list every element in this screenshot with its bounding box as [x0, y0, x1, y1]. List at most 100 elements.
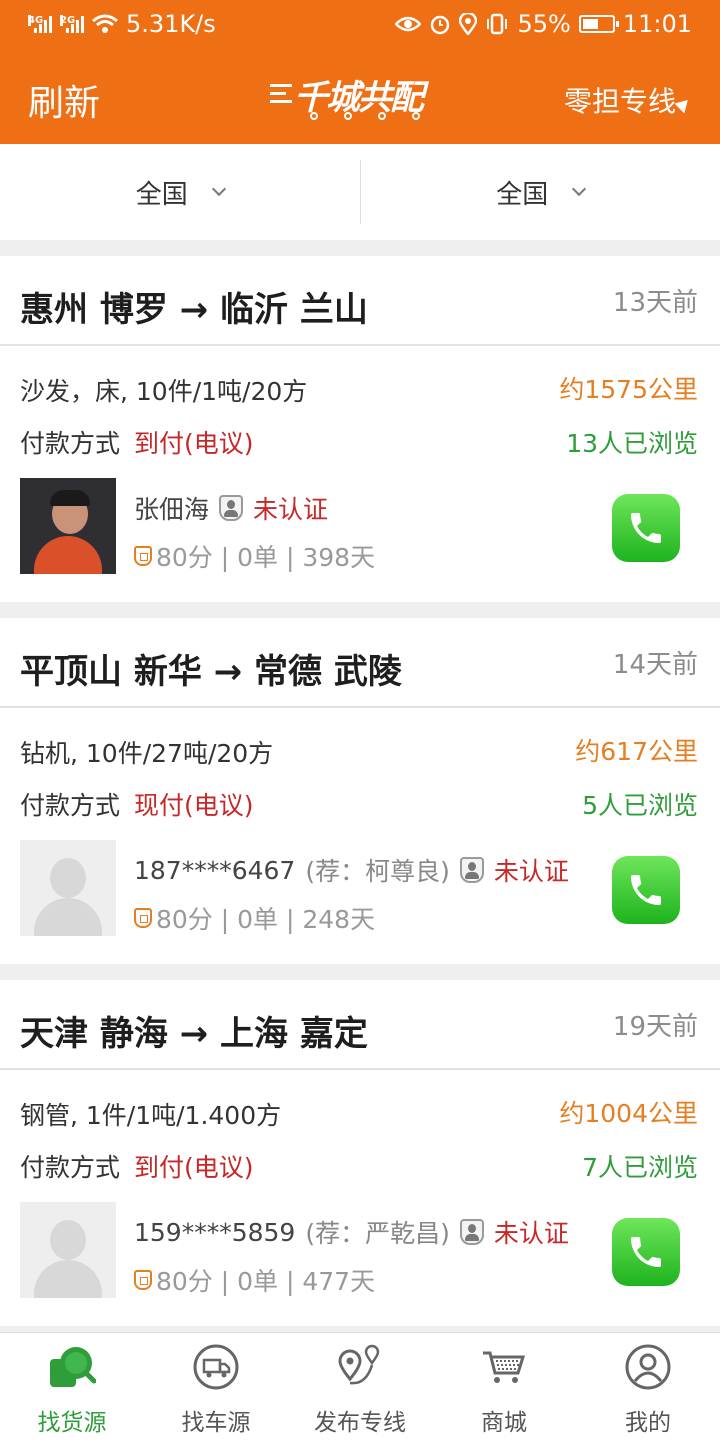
cargo-list: 惠州 博罗 → 临沂 兰山 13天前 沙发，床, 10件/1吨/20方 约157…	[0, 256, 720, 1342]
nav-find-truck[interactable]: 找车源	[144, 1333, 288, 1440]
referrer: (荐：柯尊良)	[305, 857, 450, 886]
shipper-phone: 159****5859	[134, 1217, 296, 1247]
route-title: 惠州 博罗 → 临沂 兰山	[20, 290, 368, 330]
verify-person-icon	[219, 495, 244, 521]
eye-icon	[395, 16, 422, 32]
avatar[interactable]	[20, 478, 116, 574]
credit-badge-icon	[134, 546, 152, 566]
nav-me[interactable]: 我的	[576, 1333, 720, 1440]
search-cargo-icon	[48, 1343, 96, 1391]
dropdown-triangle-icon	[674, 95, 693, 114]
origin-filter-label: 全国	[135, 179, 188, 210]
status-bar: 4G 2G 5.31K/s 55% 11:01	[0, 0, 720, 48]
destination-filter-label: 全国	[496, 179, 549, 210]
credit-badge-icon	[134, 1270, 152, 1290]
card-header: 平顶山 新华 → 常德 武陵 14天前	[0, 618, 720, 708]
card-header: 惠州 博罗 → 临沂 兰山 13天前	[0, 256, 720, 346]
payment-value: 到付(电议)	[134, 1153, 254, 1182]
phone-icon	[631, 513, 661, 543]
chevron-down-icon	[211, 181, 226, 197]
stats-text: 80分 | 0单 | 398天	[156, 543, 376, 572]
route-pin-icon	[336, 1343, 384, 1391]
call-button[interactable]	[612, 494, 680, 562]
payment-label: 付款方式	[20, 791, 121, 820]
shipper-stats: 80分 | 0单 | 398天	[134, 538, 375, 574]
truck-icon	[192, 1343, 240, 1391]
view-count: 13人已浏览	[566, 429, 698, 458]
vibrate-icon	[487, 13, 508, 35]
shipper-name: 张佃海	[134, 495, 210, 524]
battery-fill	[582, 19, 599, 29]
user-icon	[624, 1343, 672, 1391]
phone-icon	[631, 1237, 661, 1267]
credit-badge-icon	[134, 908, 152, 928]
posted-time: 13天前	[612, 288, 698, 318]
payment-label: 付款方式	[20, 429, 121, 458]
stats-text: 80分 | 0单 | 248天	[156, 905, 376, 934]
battery-icon	[578, 15, 619, 33]
nav-find-cargo[interactable]: 找货源	[0, 1333, 144, 1440]
payment-label: 付款方式	[20, 1153, 121, 1182]
distance: 约1575公里	[559, 375, 698, 404]
posted-time: 19天前	[612, 1012, 698, 1042]
origin-filter[interactable]: 全国	[0, 174, 360, 211]
cargo-card[interactable]: 天津 静海 → 上海 嘉定 19天前 钢管, 1件/1吨/1.400方 约100…	[0, 980, 720, 1326]
payment-value: 现付(电议)	[134, 791, 254, 820]
view-count: 7人已浏览	[582, 1153, 698, 1182]
card-header: 天津 静海 → 上海 嘉定 19天前	[0, 980, 720, 1070]
app-logo: 千城共配	[270, 70, 450, 122]
alarm-icon	[431, 15, 450, 35]
avatar-placeholder[interactable]	[20, 840, 116, 936]
cart-icon	[480, 1343, 528, 1391]
stats-text: 80分 | 0单 | 477天	[156, 1267, 376, 1296]
filter-bar: 全国 全国	[0, 144, 720, 240]
payment-method: 付款方式 到付(电议)	[20, 424, 254, 460]
verify-status: 未认证	[253, 495, 329, 524]
bottom-nav: 找货源 找车源 发布专线 商城 我的	[0, 1332, 720, 1440]
nav-publish-route[interactable]: 发布专线	[288, 1333, 432, 1440]
verify-person-icon	[459, 857, 484, 883]
referrer: (荐：严乾昌)	[305, 1219, 450, 1248]
cargo-info: 沙发，床, 10件/1吨/20方	[20, 377, 308, 406]
verify-person-icon	[459, 1219, 484, 1245]
route-title: 天津 静海 → 上海 嘉定	[20, 1014, 368, 1054]
cargo-info: 钻机, 10件/27吨/20方	[20, 739, 274, 768]
route-title: 平顶山 新华 → 常德 武陵	[20, 652, 402, 692]
status-right: 55% 11:01	[395, 10, 692, 38]
payment-method: 付款方式 现付(电议)	[20, 786, 254, 822]
call-button[interactable]	[612, 1218, 680, 1286]
status-left: 4G 2G 5.31K/s	[28, 10, 216, 38]
shipper-stats: 80分 | 0单 | 477天	[134, 1262, 375, 1298]
phone-icon	[631, 875, 661, 905]
nav-label: 我的	[625, 1410, 671, 1436]
shipper-phone: 187****6467	[134, 855, 296, 885]
avatar-placeholder[interactable]	[20, 1202, 116, 1298]
wifi-icon	[92, 14, 118, 33]
battery-percent: 55%	[517, 10, 571, 38]
cargo-info: 钢管, 1件/1吨/1.400方	[20, 1101, 282, 1130]
payment-method: 付款方式 到付(电议)	[20, 1148, 254, 1184]
nav-label: 商城	[481, 1410, 527, 1436]
shipper-name-row: 张佃海 未认证	[134, 490, 328, 526]
chevron-down-icon	[572, 181, 587, 197]
clock: 11:01	[622, 10, 692, 38]
cell-signal-2-icon: 2G	[60, 15, 84, 33]
network-speed: 5.31K/s	[126, 10, 216, 38]
nav-label: 找货源	[37, 1410, 107, 1436]
cargo-card[interactable]: 惠州 博罗 → 临沂 兰山 13天前 沙发，床, 10件/1吨/20方 约157…	[0, 256, 720, 602]
shipper-name-row: 187****6467 (荐：柯尊良) 未认证	[134, 852, 569, 888]
destination-filter[interactable]: 全国	[361, 174, 720, 211]
refresh-button[interactable]: 刷新	[28, 74, 100, 126]
call-button[interactable]	[612, 856, 680, 924]
nav-mall[interactable]: 商城	[432, 1333, 576, 1440]
app-header: 刷新 千城共配 零担专线	[0, 48, 720, 144]
route-type-dropdown[interactable]: 零担专线	[564, 80, 693, 120]
payment-value: 到付(电议)	[134, 429, 254, 458]
cell-signal-icon: 4G	[28, 15, 52, 33]
cargo-card[interactable]: 平顶山 新华 → 常德 武陵 14天前 钻机, 10件/27吨/20方 约617…	[0, 618, 720, 964]
view-count: 5人已浏览	[582, 791, 698, 820]
distance: 约617公里	[575, 737, 698, 766]
shipper-name-row: 159****5859 (荐：严乾昌) 未认证	[134, 1214, 569, 1250]
shipper-stats: 80分 | 0单 | 248天	[134, 900, 375, 936]
verify-status: 未认证	[493, 1219, 569, 1248]
